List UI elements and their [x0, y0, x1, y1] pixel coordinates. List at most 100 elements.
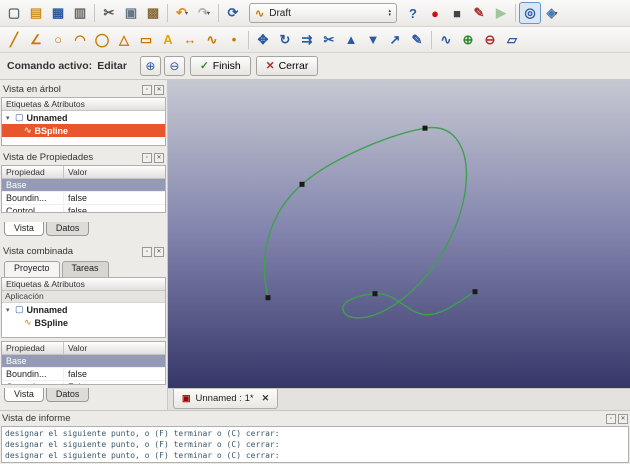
- panel-tree-view: Vista en árbol ▫ ✕ Etiquetas & Atributos…: [1, 82, 166, 146]
- close-command-button[interactable]: ✕ Cerrar: [255, 56, 319, 76]
- report-view-title: Vista de informe: [2, 413, 71, 424]
- print-icon[interactable]: ▥: [69, 2, 91, 24]
- paste-icon[interactable]: ▩: [142, 2, 164, 24]
- check-icon: ✓: [199, 60, 209, 72]
- close-tab-icon[interactable]: ✕: [262, 393, 270, 404]
- draft-text-icon: A: [163, 32, 173, 47]
- refresh-icon[interactable]: ⟳: [222, 2, 244, 24]
- float-panel-icon[interactable]: ▫: [606, 413, 616, 424]
- close-panel-icon[interactable]: ✕: [154, 152, 164, 163]
- draft-polygon-icon[interactable]: △: [113, 29, 135, 51]
- tab-vista[interactable]: Vista: [4, 388, 44, 402]
- expander-icon[interactable]: ▾: [6, 306, 15, 314]
- macro-stop-icon[interactable]: ■: [446, 2, 468, 24]
- tree-item-bspline[interactable]: ∿ BSpline: [2, 124, 165, 137]
- control-point[interactable]: [265, 295, 271, 301]
- 3d-viewport[interactable]: [168, 80, 630, 388]
- draft-move-icon[interactable]: ✥: [252, 29, 274, 51]
- document-icon: ▢: [15, 112, 24, 122]
- macro-stop-icon: ■: [453, 5, 461, 21]
- draft-offset-icon: ⇉: [301, 31, 313, 47]
- draft-ellipse-icon[interactable]: ◯: [91, 29, 113, 51]
- bspline-drawing: [263, 125, 478, 319]
- draft-rectangle-icon: ▭: [139, 31, 153, 47]
- property-row[interactable]: Boundin... false: [2, 192, 165, 205]
- edit-add-point-button[interactable]: ⊕: [139, 56, 161, 76]
- open-file-icon[interactable]: ▤: [25, 2, 47, 24]
- draft-text-icon[interactable]: A: [157, 29, 179, 51]
- undo-icon[interactable]: ↶ ▾: [171, 2, 193, 24]
- property-row[interactable]: Control... false: [2, 205, 165, 212]
- draft-offset-icon[interactable]: ⇉: [296, 29, 318, 51]
- tab-vista[interactable]: Vista: [4, 222, 44, 236]
- draft-point-icon[interactable]: •: [223, 29, 245, 51]
- close-panel-icon[interactable]: ✕: [618, 413, 628, 424]
- redo-icon[interactable]: ↷ ▾: [193, 2, 215, 24]
- edit-delete-point-button[interactable]: ⊖: [163, 56, 185, 76]
- control-point[interactable]: [422, 125, 428, 131]
- cut-icon[interactable]: ✂: [98, 2, 120, 24]
- draft-arc-icon[interactable]: ◠: [69, 29, 91, 51]
- draft-scale-icon[interactable]: ↗: [384, 29, 406, 51]
- document-tab[interactable]: ▣ Unnamed : 1* ✕: [173, 389, 279, 409]
- mdi-tab-bar: ▣ Unnamed : 1* ✕: [168, 388, 630, 410]
- draft-line-icon[interactable]: ╱: [3, 29, 25, 51]
- property-row[interactable]: Boundin... false: [2, 368, 165, 381]
- draft-upgrade-icon[interactable]: ▲: [340, 29, 362, 51]
- refresh-icon: ⟳: [227, 5, 239, 20]
- finish-button[interactable]: ✓ Finish: [189, 56, 251, 76]
- tree-item-document[interactable]: ▾ ▢ Unnamed: [2, 303, 165, 316]
- view-fit-icon[interactable]: ◎: [519, 2, 541, 24]
- tab-proyecto[interactable]: Proyecto: [4, 261, 60, 277]
- tab-datos[interactable]: Datos: [45, 388, 90, 402]
- tab-tareas[interactable]: Tareas: [61, 261, 109, 277]
- close-panel-icon[interactable]: ✕: [154, 84, 164, 95]
- macro-record-icon[interactable]: ●: [424, 2, 446, 24]
- draft-ellipse-icon: ◯: [94, 31, 110, 47]
- draft-arc-icon: ◠: [74, 31, 86, 47]
- draft-edit-icon[interactable]: ✎: [406, 29, 428, 51]
- float-panel-icon[interactable]: ▫: [142, 152, 152, 163]
- draft-wire-icon[interactable]: ∠: [25, 29, 47, 51]
- panel-properties: Vista de Propiedades ▫ ✕ Propiedad Valor…: [1, 150, 166, 240]
- property-column-header: Propiedad: [2, 166, 64, 178]
- report-log[interactable]: designar el siguiente punto, o (F) termi…: [1, 426, 629, 463]
- float-panel-icon[interactable]: ▫: [142, 246, 152, 257]
- new-file-icon[interactable]: ▢: [3, 2, 25, 24]
- draft-trimex-icon[interactable]: ✂: [318, 29, 340, 51]
- close-icon: ✕: [265, 60, 275, 72]
- draft-add-point-icon[interactable]: ⊕: [457, 29, 479, 51]
- draft-wire-to-bspline-icon[interactable]: ∿: [435, 29, 457, 51]
- draft-circle-icon[interactable]: ○: [47, 29, 69, 51]
- tree-item-document[interactable]: ▾ ▢ Unnamed: [2, 111, 165, 124]
- draft-delete-point-icon[interactable]: ⊖: [479, 29, 501, 51]
- tree-item-bspline[interactable]: ∿ BSpline: [2, 316, 165, 329]
- expander-icon[interactable]: ▾: [6, 114, 15, 122]
- draft-bspline-icon[interactable]: ∿: [201, 29, 223, 51]
- save-file-icon[interactable]: ▦: [47, 2, 69, 24]
- draft-dimension-icon[interactable]: ↔: [179, 29, 201, 51]
- bspline-curve[interactable]: [263, 126, 476, 319]
- draft-wire-to-bspline-icon: ∿: [440, 31, 452, 47]
- axonometric-view-icon[interactable]: ◈ ▾: [541, 2, 563, 24]
- control-point[interactable]: [472, 289, 478, 295]
- property-group-row[interactable]: Base: [2, 355, 165, 368]
- workbench-selector[interactable]: ∿ Draft ▴ ▾: [249, 3, 397, 23]
- control-point[interactable]: [299, 181, 305, 187]
- float-panel-icon[interactable]: ▫: [142, 84, 152, 95]
- control-point[interactable]: [372, 291, 378, 297]
- draft-rotate-icon[interactable]: ↻: [274, 29, 296, 51]
- report-line: designar el siguiente punto, o (F) termi…: [5, 451, 280, 460]
- draft-downgrade-icon[interactable]: ▼: [362, 29, 384, 51]
- copy-icon[interactable]: ▣: [120, 2, 142, 24]
- draft-rectangle-icon[interactable]: ▭: [135, 29, 157, 51]
- macro-play-icon[interactable]: ▶: [490, 2, 512, 24]
- macro-edit-icon[interactable]: ✎: [468, 2, 490, 24]
- help-icon[interactable]: ?: [402, 2, 424, 24]
- tab-datos[interactable]: Datos: [45, 222, 90, 236]
- property-group-row[interactable]: Base: [2, 179, 165, 192]
- panel-report-view: Vista de informe ▫ ✕ designar el siguien…: [0, 410, 630, 464]
- draft-shape2d-icon[interactable]: ▱: [501, 29, 523, 51]
- close-panel-icon[interactable]: ✕: [154, 246, 164, 257]
- value-column-header: Valor: [68, 343, 88, 353]
